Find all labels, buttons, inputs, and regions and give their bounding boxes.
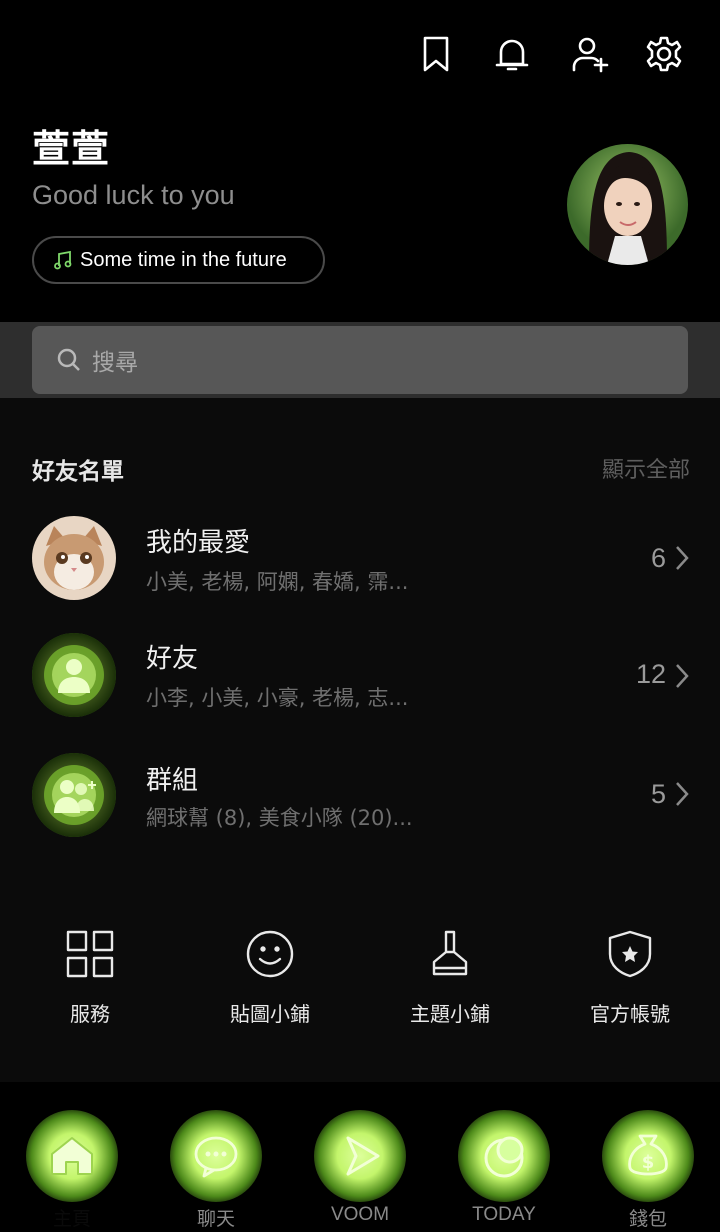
nav-label: TODAY (472, 1204, 536, 1225)
show-all-link[interactable]: 顯示全部 (602, 452, 690, 484)
bookmark-icon[interactable] (414, 32, 458, 76)
nav-chat[interactable]: 聊天 (156, 1100, 276, 1232)
nav-today[interactable]: TODAY (444, 1100, 564, 1232)
row-subtitle: 小李, 小美, 小豪, 老楊, 志... (146, 686, 409, 710)
chevron-right-icon (676, 664, 689, 688)
home-icon (51, 1137, 93, 1175)
service-sticker-shop[interactable]: 貼圖小鋪 (180, 928, 360, 1027)
brush-icon (432, 930, 468, 976)
nav-label: 錢包 (628, 1209, 667, 1230)
service-label: 官方帳號 (590, 1002, 670, 1026)
chat-icon (194, 1136, 238, 1178)
cat-avatar (32, 516, 116, 600)
wallet-icon: $ (628, 1134, 668, 1176)
search-input[interactable]: 搜尋 (32, 326, 688, 394)
bell-icon[interactable] (490, 32, 534, 76)
nav-wallet[interactable]: $ 錢包 (588, 1100, 708, 1232)
nav-voom[interactable]: VOOM (300, 1100, 420, 1232)
service-label: 主題小鋪 (410, 1002, 490, 1026)
row-title: 好友 (146, 644, 199, 674)
svg-text:$: $ (642, 1152, 655, 1173)
service-theme-shop[interactable]: 主題小鋪 (360, 928, 540, 1027)
nav-label: 主頁 (52, 1209, 91, 1230)
moon-icon (484, 1136, 524, 1178)
smiley-icon (246, 930, 294, 978)
friends-group-avatar (32, 633, 116, 717)
service-label: 服務 (70, 1002, 110, 1026)
search-placeholder: 搜尋 (92, 350, 138, 376)
search-icon (57, 348, 80, 371)
music-title: Some time in the future (80, 248, 287, 271)
add-friend-icon[interactable] (568, 32, 612, 76)
row-subtitle: 小美, 老楊, 阿嫻, 春嬌, 霈... (146, 570, 409, 594)
service-official-accounts[interactable]: 官方帳號 (540, 928, 720, 1027)
play-icon (346, 1136, 380, 1176)
profile-avatar[interactable] (567, 144, 688, 265)
list-item-friends[interactable]: 好友 小李, 小美, 小豪, 老楊, 志... 12 (0, 633, 720, 734)
chevron-right-icon (676, 782, 689, 806)
row-subtitle: 網球幫 (8), 美食小隊 (20)... (146, 806, 413, 830)
groups-avatar (32, 753, 116, 837)
row-count: 6 (650, 543, 666, 573)
nav-label: VOOM (330, 1204, 390, 1225)
chevron-right-icon (676, 546, 689, 570)
row-title: 群組 (146, 766, 199, 796)
nav-label: 聊天 (196, 1209, 235, 1230)
row-title: 我的最愛 (146, 528, 251, 558)
grid-icon (66, 930, 114, 978)
list-item-favorites[interactable]: 我的最愛 小美, 老楊, 阿嫻, 春嬌, 霈... 6 (0, 516, 720, 616)
row-count: 12 (635, 659, 666, 689)
row-count: 5 (650, 779, 666, 809)
profile-music-button[interactable]: Some time in the future (32, 236, 325, 284)
friends-list-title: 好友名單 (32, 459, 124, 485)
service-services[interactable]: 服務 (0, 928, 180, 1027)
music-note-icon (54, 250, 72, 270)
shield-star-icon (608, 930, 652, 978)
profile-name[interactable]: 萱萱 (32, 118, 110, 173)
status-message[interactable]: Good luck to you (32, 180, 235, 211)
nav-home[interactable]: 主頁 (12, 1100, 132, 1232)
gear-icon[interactable] (642, 32, 686, 76)
list-item-groups[interactable]: 群組 網球幫 (8), 美食小隊 (20)... 5 (0, 752, 720, 852)
service-label: 貼圖小鋪 (230, 1002, 310, 1026)
